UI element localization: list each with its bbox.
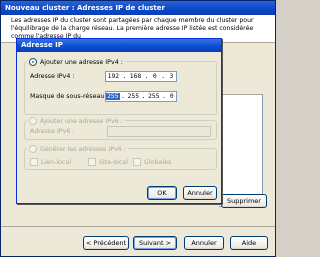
- ipv6-radio-label: Ajouter une adresse IPv6 :: [40, 117, 123, 125]
- ok-button[interactable]: OK: [147, 186, 177, 200]
- ipv6-radio-row: Ajouter une adresse IPv6 :: [27, 117, 125, 125]
- link-local-checkbox-row: Lien-local: [30, 158, 71, 166]
- ipv4-radio-label: Ajouter une adresse IPv4 :: [40, 58, 123, 66]
- subnet-mask-label: Masque de sous-réseau :: [30, 93, 109, 100]
- dialog-title: Adresse IP: [17, 39, 221, 52]
- generate-ipv6-radio-row: Générer les adresses IPv6 :: [27, 145, 128, 153]
- ipv6-radio: [29, 117, 37, 125]
- dialog-cancel-button[interactable]: Annuler: [183, 186, 217, 200]
- octet-separator: .: [121, 93, 125, 100]
- wizard-cancel-button[interactable]: Annuler: [184, 236, 224, 250]
- cluster-ip-list[interactable]: [219, 87, 263, 207]
- ipv6-label: Adresse IPv6 :: [30, 128, 75, 135]
- next-button[interactable]: Suivant >: [133, 236, 177, 250]
- ipv4-group: [24, 61, 217, 115]
- help-button[interactable]: Aide: [230, 236, 268, 250]
- global-checkbox-row: Globales: [133, 158, 171, 166]
- remove-button[interactable]: Supprimer: [221, 194, 267, 208]
- octet-separator: .: [144, 73, 149, 80]
- ipv4-octet-1[interactable]: 192: [106, 73, 121, 80]
- cluster-ip-list-header: [219, 87, 263, 95]
- generate-ipv6-radio-label: Générer les adresses IPv6 :: [40, 145, 126, 153]
- site-local-label: Site-local: [99, 158, 129, 166]
- ipv4-octet-2[interactable]: 168: [128, 73, 143, 80]
- generate-ipv6-radio: [29, 145, 37, 153]
- ip-address-dialog: Adresse IP Ajouter une adresse IPv4 : Ad…: [16, 38, 222, 204]
- subnet-mask-input[interactable]: 255 . 255 . 255 . 0: [105, 91, 177, 102]
- wizard-separator: [1, 226, 275, 227]
- ipv4-radio-row[interactable]: Ajouter une adresse IPv4 :: [27, 58, 125, 66]
- site-local-checkbox-row: Site-local: [88, 158, 128, 166]
- octet-separator: .: [162, 93, 166, 100]
- mask-octet-4[interactable]: 0: [167, 93, 176, 100]
- site-local-checkbox: [88, 158, 96, 166]
- ipv4-octet-4[interactable]: 3: [167, 73, 176, 80]
- ipv4-octet-3[interactable]: 0: [150, 73, 159, 80]
- octet-separator: .: [141, 93, 146, 100]
- ipv4-label: Adresse IPv4 :: [30, 73, 75, 80]
- back-button[interactable]: < Précédent: [83, 236, 129, 250]
- global-checkbox: [133, 158, 141, 166]
- ipv4-address-input[interactable]: 192 . 168 . 0 . 3: [105, 71, 177, 82]
- mask-octet-2[interactable]: 255: [126, 93, 140, 100]
- mask-octet-3[interactable]: 255: [147, 93, 161, 100]
- mask-octet-1[interactable]: 255: [106, 93, 120, 100]
- octet-separator: .: [122, 73, 127, 80]
- global-label: Globales: [144, 158, 172, 166]
- octet-separator: .: [161, 73, 165, 80]
- ipv6-address-input: [107, 126, 211, 137]
- ipv4-radio[interactable]: [29, 58, 37, 66]
- wizard-title: Nouveau cluster : Adresses IP de cluster: [1, 1, 275, 15]
- link-local-label: Lien-local: [41, 158, 72, 166]
- link-local-checkbox: [30, 158, 38, 166]
